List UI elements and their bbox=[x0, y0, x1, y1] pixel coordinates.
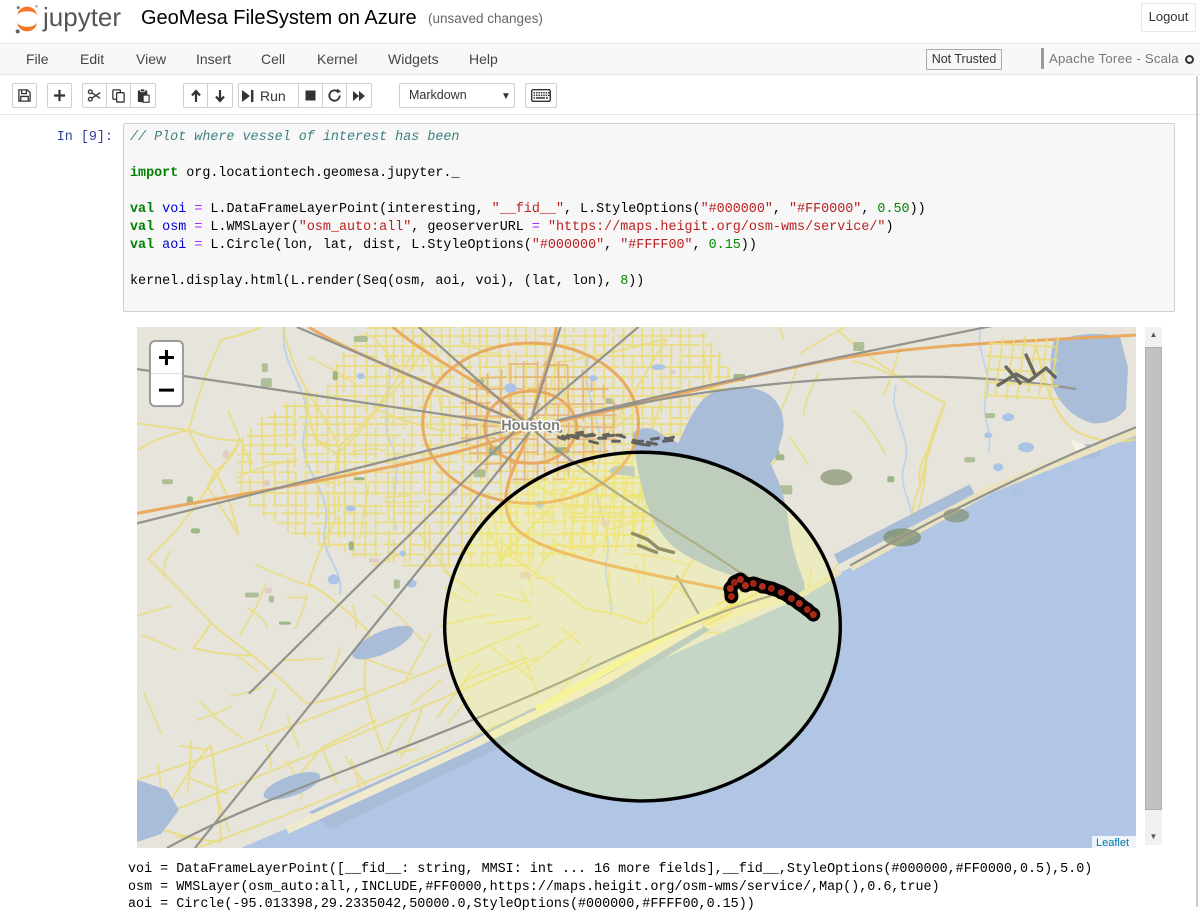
svg-text:Houston: Houston bbox=[501, 418, 560, 434]
svg-text:Leaflet: Leaflet bbox=[1096, 837, 1129, 848]
svg-text:Run: Run bbox=[260, 88, 286, 104]
